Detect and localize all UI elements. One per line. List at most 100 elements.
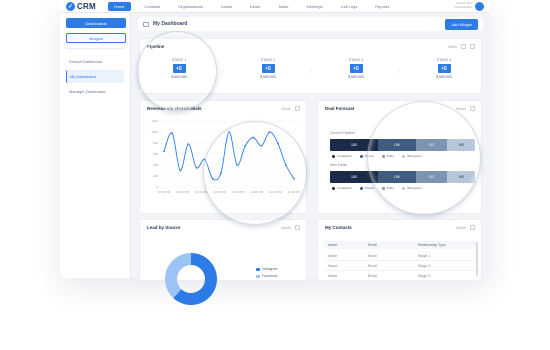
- pipeline-stage[interactable]: STAGE 3 +5 $ 600,000: [325, 58, 387, 90]
- y-tick-label: 800: [153, 141, 158, 145]
- legend-item: Completed: [332, 186, 352, 190]
- stage-count-badge: +5: [172, 64, 186, 73]
- stage-count-badge: +5: [261, 64, 275, 73]
- data-point: [293, 177, 295, 180]
- table-scrollbar[interactable]: [476, 242, 478, 276]
- stage-label: STAGE 3: [348, 58, 364, 62]
- legend-item: InProgress: [401, 186, 422, 190]
- data-point: [284, 164, 287, 166]
- data-point: [195, 166, 198, 169]
- nav-item-meetings[interactable]: Meetings: [302, 2, 326, 11]
- nav-item-home[interactable]: Home: [107, 1, 131, 11]
- cell-name: Name: [328, 263, 338, 268]
- period-select[interactable]: Month: [456, 107, 466, 111]
- forecast-segment: 112: [415, 171, 448, 183]
- sidebar-item-default-dashboard[interactable]: Default Dashboard: [66, 55, 124, 68]
- pipeline-stage[interactable]: STAGE 1 +5 $ 600,000: [148, 58, 210, 90]
- legend-label: Facebook: [262, 274, 278, 278]
- nav-item-reports[interactable]: Reports: [371, 2, 393, 11]
- user-menu[interactable]: Admin User Administrator: [454, 1, 484, 11]
- stage-label: STAGE 1: [171, 58, 187, 62]
- nav-item-tasks[interactable]: Tasks: [274, 2, 292, 11]
- nav-item-leads[interactable]: Leads: [217, 2, 236, 11]
- column-header-name[interactable]: Name: [324, 243, 368, 247]
- sidebar-item-my-dashboard[interactable]: My Dashboard: [66, 70, 124, 83]
- data-point: [203, 158, 206, 161]
- cell-email: Email: [368, 253, 377, 258]
- card-tools: Month: [456, 106, 475, 111]
- stage-amount: $ 600,000: [171, 75, 187, 79]
- stage-amount: $ 600,000: [348, 75, 364, 79]
- sidebar-item-manager-dashboard[interactable]: Manager Dashboard: [66, 85, 124, 98]
- legend-label: ToDo: [386, 154, 394, 158]
- pipeline-stage[interactable]: STAGE 2 +5 $ 600,000: [237, 58, 299, 90]
- forecast-stacked-bar: 150 156 112 180: [330, 139, 475, 151]
- x-tick-label: 10:30 PM: [176, 190, 189, 194]
- chevron-right-icon: ›: [222, 69, 224, 75]
- legend-dot: [401, 186, 405, 190]
- nav-item-call-logs[interactable]: Call Logs: [337, 2, 362, 11]
- column-header-relationship[interactable]: Relationship Type: [418, 243, 476, 247]
- column-header-email[interactable]: Email: [368, 243, 418, 247]
- more-options-icon[interactable]: [295, 225, 300, 230]
- revenue-line-chart: 12001000800600400200010:30 PM 10:30 PM 10:…: [151, 119, 301, 194]
- card-tools: Week: [448, 44, 475, 49]
- data-point: [219, 172, 222, 175]
- add-widget-button[interactable]: Add Widget: [445, 18, 478, 30]
- avatar[interactable]: [475, 1, 484, 11]
- more-options-icon[interactable]: [470, 106, 475, 111]
- card-tools: Month: [456, 225, 475, 230]
- legend-dot: [332, 154, 335, 158]
- sidebar: Dashboards Widgets Default Dashboard My …: [60, 13, 131, 278]
- forecast-segment: 150: [330, 139, 378, 151]
- legend-swatch: [256, 274, 260, 278]
- data-point: [228, 131, 230, 133]
- brand-logo[interactable]: ✓ CRM: [66, 1, 96, 11]
- period-select[interactable]: Month: [456, 226, 466, 230]
- nav-item-contacts[interactable]: Contacts: [141, 2, 165, 11]
- widgets-button[interactable]: Widgets: [66, 33, 126, 43]
- nav-item-organizations[interactable]: Organizations: [174, 2, 207, 11]
- page-title: My Dashboard: [153, 21, 188, 27]
- dashboards-button[interactable]: Dashboards: [66, 18, 126, 28]
- legend-dot: [359, 154, 363, 158]
- card-title: Revenue via closed deals: [147, 106, 202, 111]
- revenue-card: Revenue via closed deals Month 1200 1000 8…: [139, 100, 307, 214]
- legend-dot: [381, 154, 385, 158]
- forecast-segment: 112: [415, 139, 448, 151]
- chevron-down-icon[interactable]: [461, 44, 466, 49]
- more-options-icon[interactable]: [470, 44, 475, 49]
- dashboard-icon: [143, 21, 149, 27]
- period-select[interactable]: Month: [281, 226, 291, 230]
- nav-item-deals[interactable]: Deals: [246, 2, 264, 11]
- data-point: [244, 144, 247, 147]
- dashboard-header: My Dashboard Add Widget: [138, 17, 483, 31]
- table-row[interactable]: Name Email Stage 2: [324, 261, 476, 271]
- user-meta: Admin User Administrator: [454, 1, 472, 10]
- legend-label: Completed: [337, 186, 352, 190]
- x-tick-label: 10:30 PM: [269, 190, 282, 194]
- donut-slice: [165, 253, 191, 298]
- x-tick-label: 10:30 PM: [195, 190, 208, 194]
- period-select[interactable]: Week: [448, 45, 457, 49]
- forecast-segment: 156: [377, 171, 416, 183]
- table-row[interactable]: Name Email Stage 3: [324, 271, 476, 281]
- y-tick-label: 200: [153, 174, 158, 178]
- x-tick-label: 10:30 PM: [288, 190, 301, 194]
- legend-item: Facebook: [256, 274, 278, 278]
- card-title: My Contacts: [325, 225, 352, 230]
- table-row[interactable]: Name Email Stage 1: [324, 251, 476, 261]
- more-options-icon[interactable]: [470, 225, 475, 230]
- legend-item: ToDo: [381, 186, 394, 190]
- pipeline-stage[interactable]: STAGE 4 +5 $ 600,000: [413, 58, 475, 90]
- legend-item: Instagram: [256, 267, 278, 271]
- legend-label: InProgress: [406, 186, 422, 190]
- cell-relationship: Stage 3: [418, 273, 431, 278]
- data-point: [187, 143, 190, 145]
- period-select[interactable]: Month: [281, 107, 291, 111]
- chevron-right-icon: ›: [310, 69, 312, 75]
- forecast-legend: Completed Closed ToDo InProgress: [332, 186, 421, 190]
- cell-relationship: Stage 1: [418, 253, 431, 258]
- more-options-icon[interactable]: [295, 106, 300, 111]
- table-header: Name Email Relationship Type: [324, 241, 476, 249]
